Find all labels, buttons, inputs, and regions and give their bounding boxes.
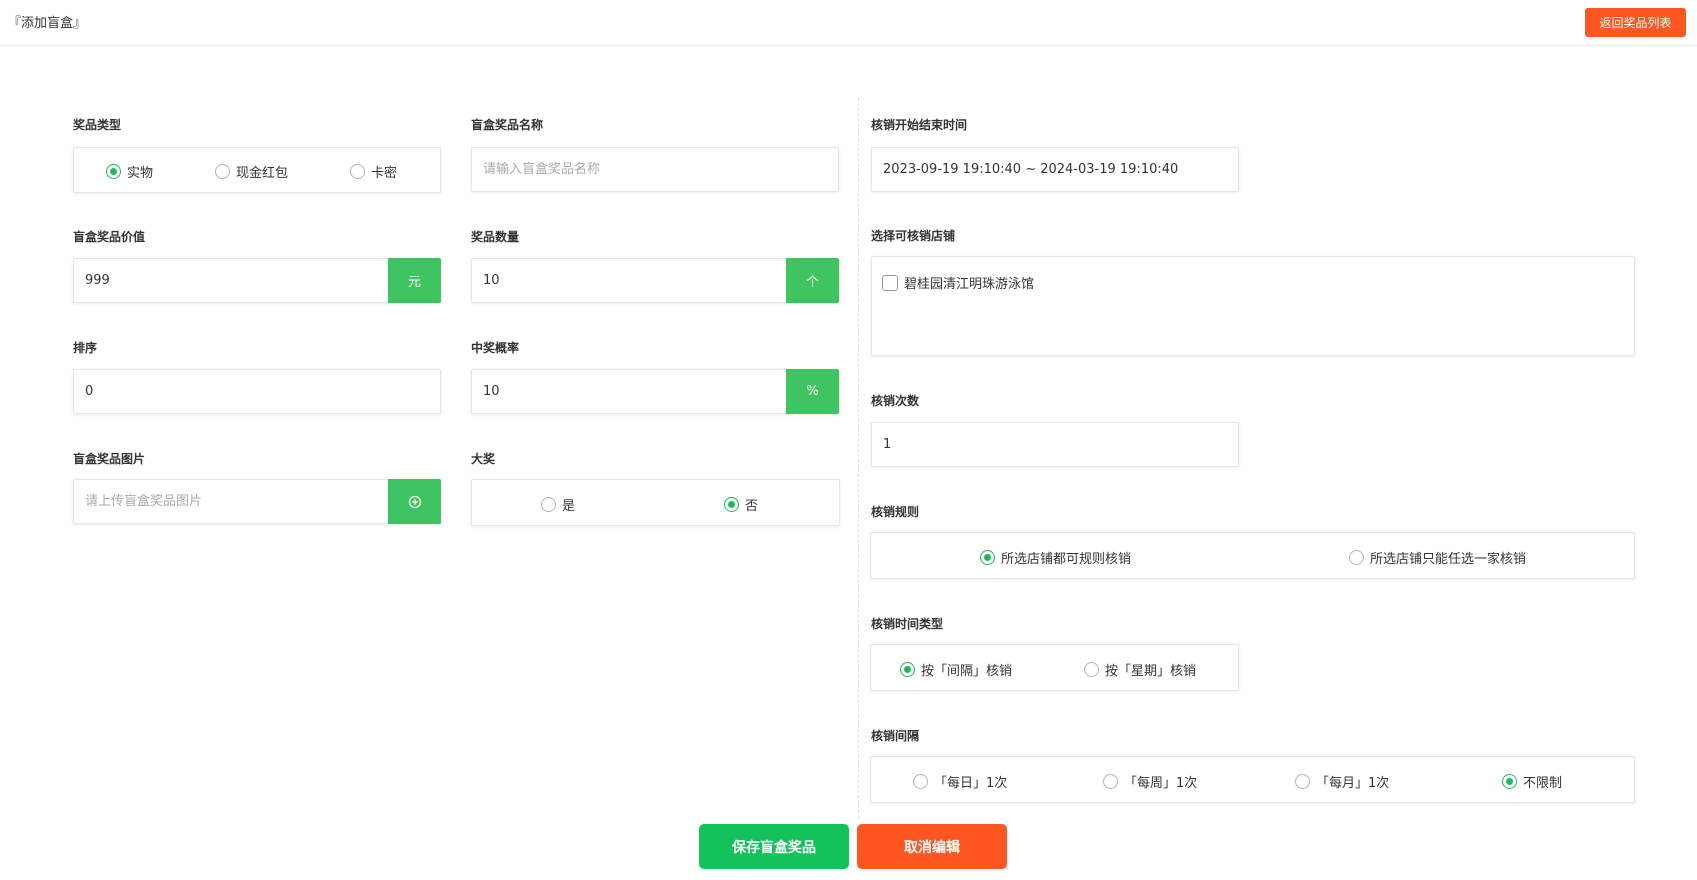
redeem-interval-option-label: 「每月」1次 — [1316, 776, 1390, 791]
redeem-rule-option-label: 所选店铺都可规则核销 — [1001, 552, 1132, 567]
redeem-time-type-label: 核销时间类型 — [871, 617, 944, 631]
column-divider — [858, 98, 859, 818]
redeem-interval-option-label: 不限制 — [1523, 776, 1563, 791]
plus-circle-icon — [408, 495, 421, 508]
prize-image-label: 盲盒奖品图片 — [73, 452, 146, 466]
sort-field — [73, 369, 441, 414]
prize-value-input[interactable] — [74, 259, 388, 302]
redeem-interval-option-label: 「每日」1次 — [934, 776, 1008, 791]
prize-image-field — [73, 479, 441, 524]
save-button[interactable]: 保存盲盒奖品 — [699, 824, 849, 869]
redeem-time-type-option-interval[interactable]: 按「间隔」核销 — [900, 660, 1012, 679]
radio-unchecked-icon — [1349, 550, 1364, 565]
prize-type-option-physical[interactable]: 实物 — [106, 162, 153, 181]
win-rate-unit: % — [786, 369, 839, 414]
grand-prize-radio-group: 是 否 — [471, 479, 840, 526]
redeem-count-input[interactable] — [872, 423, 1238, 466]
prize-type-option-cash[interactable]: 现金红包 — [215, 162, 288, 181]
radio-unchecked-icon — [1084, 662, 1099, 677]
grand-prize-option-label: 是 — [562, 499, 576, 514]
redeem-interval-option-monthly[interactable]: 「每月」1次 — [1295, 772, 1389, 791]
redeem-time-type-option-label: 按「星期」核销 — [1105, 664, 1197, 679]
redeem-rule-radio-group: 所选店铺都可规则核销 所选店铺只能任选一家核销 — [870, 532, 1635, 579]
sort-label: 排序 — [73, 341, 98, 355]
stores-list: 碧桂园清江明珠游泳馆 — [871, 256, 1635, 356]
redeem-period-label: 核销开始结束时间 — [871, 118, 968, 132]
redeem-interval-option-label: 「每周」1次 — [1124, 776, 1198, 791]
prize-value-unit: 元 — [388, 258, 441, 303]
radio-unchecked-icon — [1295, 774, 1310, 789]
upload-button[interactable] — [388, 479, 441, 524]
cancel-button[interactable]: 取消编辑 — [857, 824, 1007, 869]
grand-prize-option-label: 否 — [745, 499, 759, 514]
redeem-time-type-option-label: 按「间隔」核销 — [921, 664, 1013, 679]
prize-value-field: 元 — [73, 258, 441, 303]
win-rate-input[interactable] — [472, 370, 786, 413]
prize-quantity-input[interactable] — [472, 259, 786, 302]
store-checkbox-item[interactable]: 碧桂园清江明珠游泳馆 — [882, 273, 1034, 292]
prize-name-field — [471, 147, 839, 192]
checkbox-unchecked-icon — [882, 274, 898, 291]
radio-checked-icon — [1502, 774, 1517, 789]
redeem-period-input[interactable] — [872, 148, 1238, 191]
redeem-interval-option-daily[interactable]: 「每日」1次 — [913, 772, 1007, 791]
radio-checked-icon — [724, 497, 739, 512]
prize-type-radio-group: 实物 现金红包 卡密 — [73, 147, 441, 193]
stores-label: 选择可核销店铺 — [871, 229, 956, 243]
redeem-interval-option-unlimited[interactable]: 不限制 — [1502, 772, 1562, 791]
prize-image-input[interactable] — [74, 480, 388, 523]
redeem-time-type-radio-group: 按「间隔」核销 按「星期」核销 — [870, 644, 1239, 691]
radio-unchecked-icon — [1103, 774, 1118, 789]
prize-name-label: 盲盒奖品名称 — [471, 118, 544, 132]
redeem-rule-option-single-store[interactable]: 所选店铺只能任选一家核销 — [1349, 548, 1526, 567]
redeem-time-type-option-weekday[interactable]: 按「星期」核销 — [1084, 660, 1196, 679]
redeem-rule-option-label: 所选店铺只能任选一家核销 — [1370, 552, 1527, 567]
grand-prize-label: 大奖 — [471, 452, 496, 466]
radio-checked-icon — [900, 662, 915, 677]
prize-quantity-label: 奖品数量 — [471, 230, 520, 244]
prize-name-input[interactable] — [472, 148, 838, 191]
prize-type-option-label: 现金红包 — [236, 166, 289, 181]
prize-type-option-card[interactable]: 卡密 — [350, 162, 397, 181]
store-name: 碧桂园清江明珠游泳馆 — [904, 277, 1035, 292]
radio-unchecked-icon — [215, 164, 230, 179]
radio-unchecked-icon — [913, 774, 928, 789]
prize-type-option-label: 实物 — [127, 166, 154, 181]
redeem-interval-label: 核销间隔 — [871, 729, 920, 743]
radio-unchecked-icon — [541, 497, 556, 512]
redeem-interval-radio-group: 「每日」1次 「每周」1次 「每月」1次 不限制 — [870, 756, 1635, 803]
grand-prize-option-no[interactable]: 否 — [724, 495, 758, 514]
prize-type-label: 奖品类型 — [73, 118, 122, 132]
redeem-rule-option-all-stores[interactable]: 所选店铺都可规则核销 — [980, 548, 1131, 567]
radio-checked-icon — [106, 164, 121, 179]
top-bar: 『添加盲盒』 返回奖品列表 — [0, 0, 1697, 46]
prize-value-label: 盲盒奖品价值 — [73, 230, 146, 244]
prize-type-option-label: 卡密 — [371, 166, 398, 181]
redeem-rule-label: 核销规则 — [871, 505, 920, 519]
redeem-interval-option-weekly[interactable]: 「每周」1次 — [1103, 772, 1197, 791]
win-rate-field: % — [471, 369, 839, 414]
redeem-count-label: 核销次数 — [871, 394, 920, 408]
back-to-list-button[interactable]: 返回奖品列表 — [1585, 8, 1686, 37]
prize-quantity-unit: 个 — [786, 258, 839, 303]
radio-unchecked-icon — [350, 164, 365, 179]
page-title: 『添加盲盒』 — [8, 16, 87, 31]
win-rate-label: 中奖概率 — [471, 341, 520, 355]
sort-input[interactable] — [74, 370, 440, 413]
radio-checked-icon — [980, 550, 995, 565]
grand-prize-option-yes[interactable]: 是 — [541, 495, 575, 514]
redeem-count-field — [871, 422, 1239, 467]
redeem-period-field — [871, 147, 1239, 192]
prize-quantity-field: 个 — [471, 258, 839, 303]
